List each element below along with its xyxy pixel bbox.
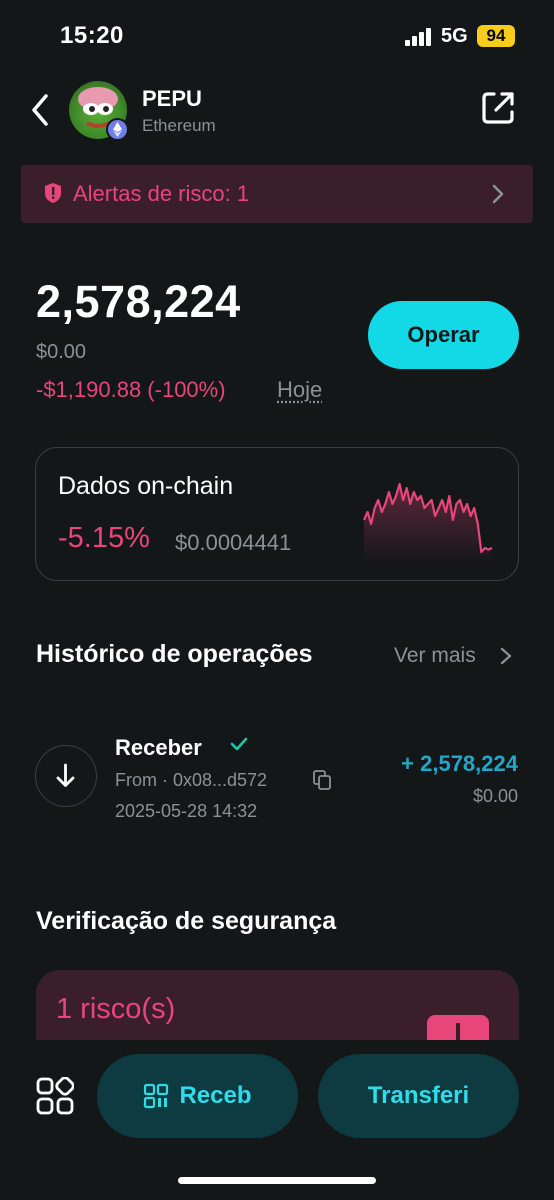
- price-sparkline: [362, 482, 493, 564]
- transaction-usd: $0.00: [472, 786, 518, 806]
- transaction-amount: + 2,578,224: [401, 751, 518, 776]
- external-link-icon: [482, 92, 514, 124]
- battery-indicator: 94: [477, 25, 515, 47]
- chevron-right-icon: [499, 646, 513, 666]
- onchain-price: $0.0004441: [175, 530, 292, 555]
- transaction-from: From · 0x08...d572: [115, 770, 268, 790]
- shield-alert-icon: [44, 182, 62, 204]
- chevron-right-icon: [490, 183, 506, 205]
- qr-code-icon: [144, 1083, 169, 1109]
- onchain-title: Dados on-chain: [58, 472, 234, 500]
- back-button[interactable]: [26, 90, 58, 130]
- transfer-button[interactable]: Transferi: [318, 1054, 519, 1138]
- risk-alert-label: Alertas de risco: 1: [73, 181, 250, 206]
- transaction-date: 2025-05-28 14:32: [115, 801, 258, 821]
- network-type: 5G: [441, 25, 468, 47]
- history-title: Histórico de operações: [36, 640, 313, 668]
- status-time: 15:20: [60, 22, 124, 49]
- token-name: PEPU: [142, 86, 202, 111]
- home-indicator: [178, 1177, 376, 1184]
- security-risk-count: 1 risco(s): [56, 993, 176, 1025]
- apps-grid-icon: [36, 1076, 75, 1115]
- pnl-period-selector[interactable]: Hoje: [277, 377, 322, 403]
- pnl-value: -$1,190.88 (-100%): [36, 377, 226, 402]
- share-button[interactable]: [478, 88, 518, 128]
- chevron-left-icon: [32, 94, 48, 126]
- risk-shield-icon: [427, 1015, 489, 1040]
- security-check-title: Verificação de segurança: [36, 907, 337, 935]
- see-more-link[interactable]: Ver mais: [394, 644, 476, 668]
- check-icon: [229, 736, 249, 752]
- transaction-type[interactable]: Receber: [115, 735, 202, 761]
- receive-button[interactable]: Receb: [97, 1054, 298, 1138]
- receive-arrow-icon: [35, 745, 97, 807]
- signal-icon: [405, 28, 433, 46]
- receive-label: Receb: [179, 1082, 252, 1109]
- trade-button[interactable]: Operar: [368, 301, 519, 369]
- copy-icon[interactable]: [313, 770, 331, 790]
- token-chain: Ethereum: [142, 116, 216, 135]
- onchain-change: -5.15%: [58, 522, 150, 554]
- token-balance: 2,578,224: [36, 276, 241, 327]
- sparkline-area: [364, 484, 492, 564]
- balance-usd-value: $0.00: [36, 341, 87, 363]
- ethereum-icon: [106, 118, 129, 141]
- transfer-label: Transferi: [367, 1082, 470, 1109]
- apps-grid-button[interactable]: [36, 1076, 75, 1115]
